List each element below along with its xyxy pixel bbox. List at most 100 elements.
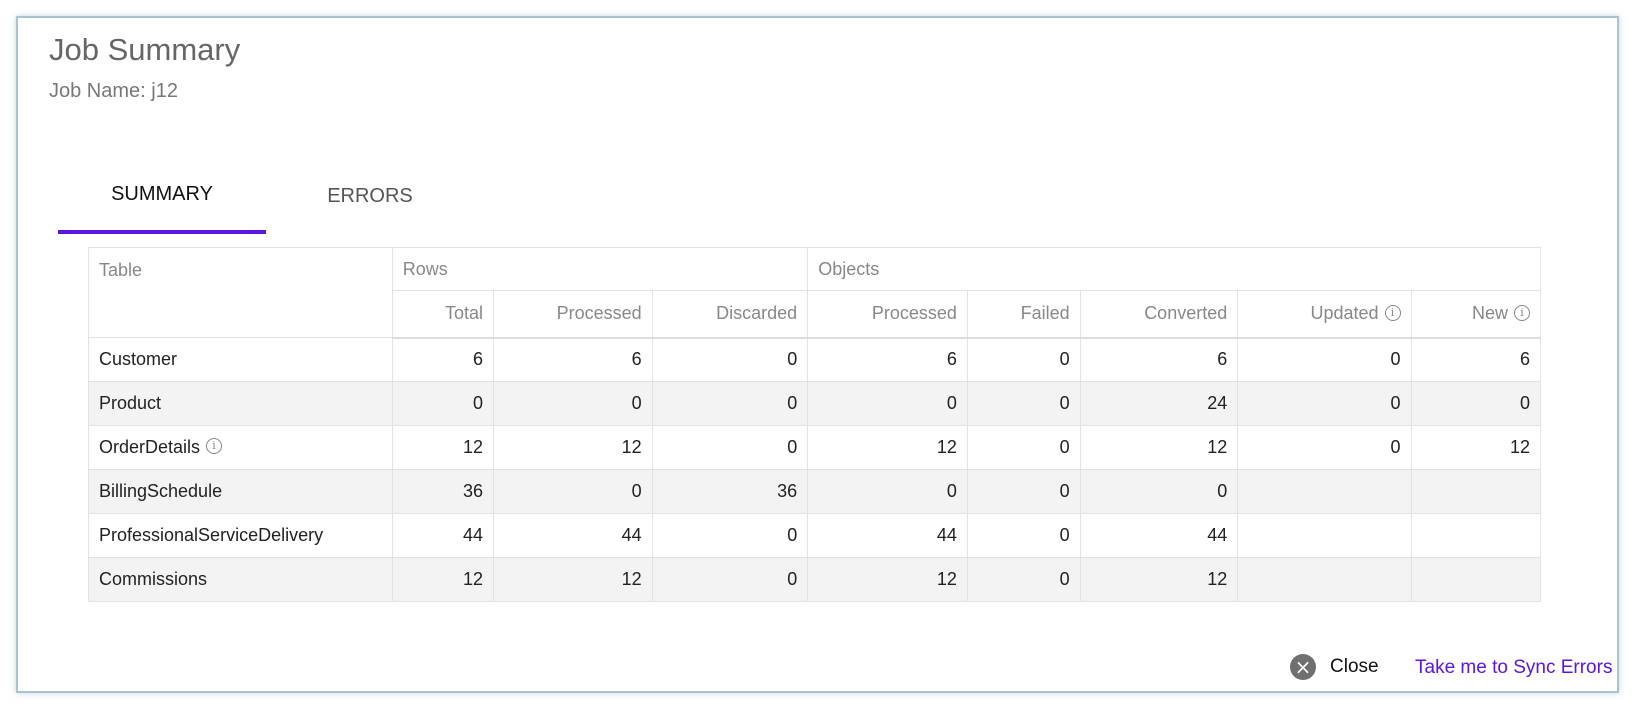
cell: 0 bbox=[651, 337, 809, 382]
summary-table: Table Rows Objects Total Processed Disca… bbox=[88, 247, 1542, 602]
column-header-label: Total bbox=[444, 303, 483, 324]
close-circle-icon: × bbox=[1290, 654, 1316, 680]
table-row: Product 0 0 0 0 0 24 0 0 bbox=[88, 381, 1542, 426]
cell: 6 bbox=[807, 337, 968, 382]
column-group-objects: Objects bbox=[807, 247, 1541, 291]
column-header-objects-converted: Converted bbox=[1079, 290, 1239, 339]
cell: 0 bbox=[1410, 381, 1542, 426]
cell: 12 bbox=[807, 557, 968, 602]
row-name-cell: Product bbox=[88, 381, 393, 426]
cell: 36 bbox=[391, 469, 495, 514]
cell bbox=[1237, 513, 1412, 558]
close-label: Close bbox=[1330, 656, 1379, 677]
table-row: ProfessionalServiceDelivery 44 44 0 44 0… bbox=[88, 513, 1542, 558]
cell: 0 bbox=[651, 513, 809, 558]
cell: 0 bbox=[1237, 381, 1412, 426]
row-name-cell: ProfessionalServiceDelivery bbox=[88, 513, 393, 558]
column-header-label: Processed bbox=[556, 303, 642, 324]
column-header-label: Converted bbox=[1144, 303, 1228, 324]
cell: 0 bbox=[966, 557, 1081, 602]
tab-bar: SUMMARY ERRORS bbox=[58, 168, 474, 234]
cell: 0 bbox=[1237, 425, 1412, 470]
job-summary-dialog: Job Summary Job Name: j12 SUMMARY ERRORS… bbox=[16, 16, 1619, 693]
table-row: Commissions 12 12 0 12 0 12 bbox=[88, 557, 1542, 602]
row-name: Commissions bbox=[99, 569, 208, 589]
cell: 12 bbox=[493, 425, 653, 470]
cell: 0 bbox=[651, 425, 809, 470]
info-icon[interactable]: i bbox=[206, 438, 223, 455]
column-header-table: Table bbox=[88, 247, 393, 338]
cell: 12 bbox=[807, 425, 968, 470]
cell: 0 bbox=[493, 469, 653, 514]
cell: 36 bbox=[651, 469, 809, 514]
column-header-label: Discarded bbox=[716, 303, 798, 324]
row-name-cell: BillingSchedule bbox=[88, 469, 393, 514]
row-name: OrderDetails bbox=[99, 437, 201, 457]
column-header-rows-total: Total bbox=[391, 290, 495, 339]
dialog-footer: × Close Take me to Sync Errors bbox=[18, 654, 1621, 690]
cell: 0 bbox=[966, 513, 1081, 558]
cell: 12 bbox=[1410, 425, 1542, 470]
job-name-label: Job Name: j12 bbox=[49, 80, 178, 102]
cell: 6 bbox=[493, 337, 653, 382]
row-name-cell: Customer bbox=[88, 337, 393, 382]
table-row: Customer 6 6 0 6 0 6 0 6 bbox=[88, 337, 1542, 382]
cell: 12 bbox=[1079, 425, 1239, 470]
table-row: BillingSchedule 36 0 36 0 0 0 bbox=[88, 469, 1542, 514]
cell: 0 bbox=[807, 381, 968, 426]
close-button[interactable]: × Close bbox=[1290, 654, 1379, 680]
dialog-title: Job Summary bbox=[49, 32, 241, 67]
tab-errors[interactable]: ERRORS bbox=[266, 168, 474, 234]
cell: 0 bbox=[966, 381, 1081, 426]
column-header-rows-discarded: Discarded bbox=[651, 290, 809, 339]
cell: 6 bbox=[1410, 337, 1542, 382]
column-header-label: Processed bbox=[871, 303, 957, 324]
column-header-rows-processed: Processed bbox=[493, 290, 653, 339]
cell: 0 bbox=[1079, 469, 1239, 514]
cell bbox=[1237, 557, 1412, 602]
cell: 44 bbox=[493, 513, 653, 558]
cell: 12 bbox=[391, 557, 495, 602]
cell bbox=[1237, 469, 1412, 514]
cell: 12 bbox=[1079, 557, 1239, 602]
cell: 0 bbox=[807, 469, 968, 514]
cell: 6 bbox=[1079, 337, 1239, 382]
row-name: ProfessionalServiceDelivery bbox=[99, 525, 324, 545]
cell: 24 bbox=[1079, 381, 1239, 426]
cell: 0 bbox=[391, 381, 495, 426]
cell: 12 bbox=[493, 557, 653, 602]
row-name: Customer bbox=[99, 349, 178, 369]
cell: 0 bbox=[651, 381, 809, 426]
cell: 44 bbox=[391, 513, 495, 558]
cell: 0 bbox=[966, 425, 1081, 470]
column-header-label: Updated bbox=[1310, 303, 1379, 324]
table-row: OrderDetails i 12 12 0 12 0 12 0 12 bbox=[88, 425, 1542, 470]
cell: 0 bbox=[966, 337, 1081, 382]
column-header-label: New bbox=[1471, 303, 1508, 324]
cell bbox=[1410, 469, 1542, 514]
cell: 0 bbox=[966, 469, 1081, 514]
info-icon[interactable]: i bbox=[1384, 304, 1401, 321]
cell: 12 bbox=[391, 425, 495, 470]
column-header-label: Failed bbox=[1020, 303, 1070, 324]
row-name-cell: Commissions bbox=[88, 557, 393, 602]
table-group-header-row: Table Rows Objects bbox=[88, 247, 1541, 338]
cell bbox=[1410, 513, 1542, 558]
sync-errors-link[interactable]: Take me to Sync Errors bbox=[1415, 657, 1612, 679]
row-name: BillingSchedule bbox=[99, 481, 223, 501]
cell: 0 bbox=[651, 557, 809, 602]
info-icon[interactable]: i bbox=[1514, 304, 1530, 321]
cell: 0 bbox=[1237, 337, 1412, 382]
column-header-objects-failed: Failed bbox=[966, 290, 1081, 339]
cell: 0 bbox=[493, 381, 653, 426]
cell bbox=[1410, 557, 1542, 602]
cell: 44 bbox=[1079, 513, 1239, 558]
cell: 6 bbox=[391, 337, 495, 382]
row-name-cell: OrderDetails i bbox=[88, 425, 393, 470]
cell: 44 bbox=[807, 513, 968, 558]
column-header-objects-updated: Updated i bbox=[1237, 290, 1412, 339]
column-group-rows: Rows bbox=[391, 247, 809, 291]
tab-summary[interactable]: SUMMARY bbox=[58, 168, 266, 234]
row-name: Product bbox=[99, 393, 162, 413]
column-header-objects-processed: Processed bbox=[807, 290, 968, 339]
